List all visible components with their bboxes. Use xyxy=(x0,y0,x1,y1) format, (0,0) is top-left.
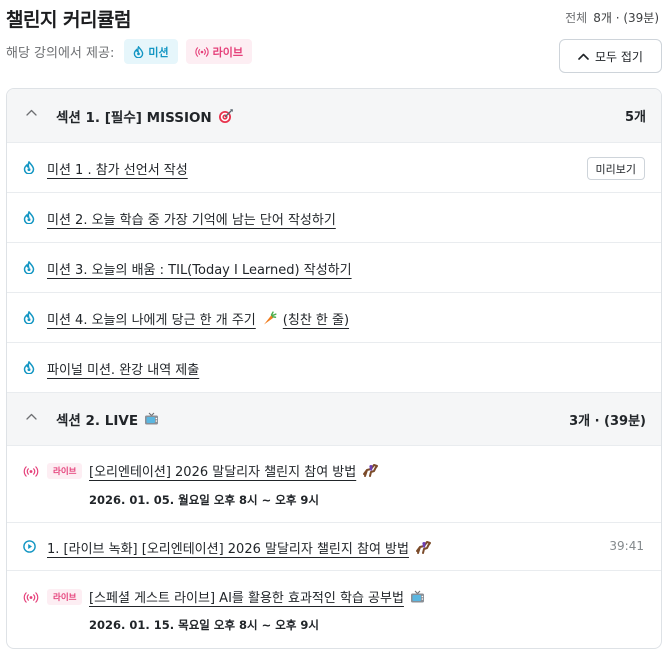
chevron-up-icon xyxy=(26,109,37,116)
mission-icon xyxy=(23,261,35,274)
live-badge: 라이브 xyxy=(47,463,83,479)
tv-icon xyxy=(144,412,159,426)
schedule-text: 2026. 01. 15. 목요일 오후 8시 ~ 오후 9시 xyxy=(89,618,320,632)
tv-icon xyxy=(410,590,425,604)
list-item[interactable]: 1. [라이브 녹화] [오리엔테이션] 2026 말달리자 챌린지 참여 방법… xyxy=(7,522,661,570)
item-label[interactable]: 미션 3. 오늘의 배움 : TIL(Today I Learned) 작성하기 xyxy=(47,259,352,278)
item-label[interactable]: 파이널 미션. 완강 내역 제출 xyxy=(47,359,199,378)
mission-icon xyxy=(23,211,35,224)
list-item[interactable]: 파이널 미션. 완강 내역 제출 xyxy=(7,342,661,392)
section-count: 5개 xyxy=(624,110,646,125)
mission-icon xyxy=(23,161,35,174)
item-label[interactable]: [오리엔테이션] 2026 말달리자 챌린지 참여 방법 xyxy=(89,461,379,480)
total-label: 전체 xyxy=(565,11,588,25)
live-tag-label: 라이브 xyxy=(212,45,243,59)
curriculum-list: 섹션 1. [필수] MISSION 5개 미션 1 . 참가 선언서 작성 미… xyxy=(6,88,662,649)
chevron-up-icon xyxy=(26,413,37,420)
horse-racing-icon xyxy=(362,463,379,478)
horse-racing-icon xyxy=(415,540,432,555)
list-item[interactable]: 미션 4. 오늘의 나에게 당근 한 개 주기 (칭찬 한 줄) xyxy=(7,292,661,342)
item-label-text: [오리엔테이션] 2026 말달리자 챌린지 참여 방법 xyxy=(89,465,357,480)
section-count: 3개 · (39분) xyxy=(569,413,646,429)
collapse-all-label: 모두 접기 xyxy=(595,49,643,64)
live-icon xyxy=(23,466,39,477)
mission-tag-label: 미션 xyxy=(148,45,169,59)
live-badge: 라이브 xyxy=(47,589,83,605)
section-title-text: 섹션 1. [필수] MISSION xyxy=(56,109,212,126)
item-label-text: [스페셜 게스트 라이브] AI를 활용한 효과적인 학습 공부법 xyxy=(89,591,404,606)
item-label[interactable]: 1. [라이브 녹화] [오리엔테이션] 2026 말달리자 챌린지 참여 방법 xyxy=(47,538,432,557)
list-item[interactable]: 라이브 [오리엔테이션] 2026 말달리자 챌린지 참여 방법 2026. 0… xyxy=(7,445,661,522)
collapse-all-button[interactable]: 모두 접기 xyxy=(559,39,662,73)
section-title: 섹션 1. [필수] MISSION xyxy=(56,106,234,126)
item-label[interactable]: 미션 2. 오늘 학습 중 가장 기억에 남는 단어 작성하기 xyxy=(47,209,336,228)
section-title-text: 섹션 2. LIVE xyxy=(56,413,139,429)
item-label-text: 1. [라이브 녹화] [오리엔테이션] 2026 말달리자 챌린지 참여 방법 xyxy=(47,542,409,557)
list-item[interactable]: 라이브 [스페셜 게스트 라이브] AI를 활용한 효과적인 학습 공부법 20… xyxy=(7,570,661,648)
mission-icon xyxy=(23,311,35,324)
duration-text: 39:41 xyxy=(609,539,644,553)
live-icon xyxy=(23,592,39,603)
section-header-2[interactable]: 섹션 2. LIVE 3개 · (39분) xyxy=(7,392,661,445)
item-label[interactable]: [스페셜 게스트 라이브] AI를 활용한 효과적인 학습 공부법 xyxy=(89,587,425,606)
live-icon xyxy=(194,46,209,57)
list-item[interactable]: 미션 2. 오늘 학습 중 가장 기억에 남는 단어 작성하기 xyxy=(7,192,661,242)
provided-label: 해당 강의에서 제공: xyxy=(6,46,115,61)
curriculum-summary: 전체 8개 · (39분) xyxy=(565,9,659,26)
page-title: 챌린지 커리큘럼 xyxy=(6,9,131,31)
live-tag: 라이브 xyxy=(185,39,252,64)
section-title: 섹션 2. LIVE xyxy=(56,409,159,429)
schedule-text: 2026. 01. 05. 월요일 오후 8시 ~ 오후 9시 xyxy=(89,493,320,507)
list-item[interactable]: 미션 3. 오늘의 배움 : TIL(Today I Learned) 작성하기 xyxy=(7,242,661,292)
mission-icon xyxy=(23,361,35,374)
carrot-icon xyxy=(262,311,277,326)
mission-tag: 미션 xyxy=(124,39,178,64)
section-header-1[interactable]: 섹션 1. [필수] MISSION 5개 xyxy=(7,89,661,142)
target-icon xyxy=(218,108,234,124)
provided-content: 해당 강의에서 제공: 미션 라이브 xyxy=(6,39,252,64)
item-label[interactable]: 미션 1 . 참가 선언서 작성 xyxy=(47,159,188,178)
play-circle-icon xyxy=(23,540,36,553)
list-item[interactable]: 미션 1 . 참가 선언서 작성 미리보기 xyxy=(7,142,661,192)
total-value: 8개 · (39분) xyxy=(593,11,659,25)
preview-button[interactable]: 미리보기 xyxy=(586,157,645,180)
item-label-text: 미션 4. 오늘의 나에게 당근 한 개 주기 xyxy=(47,313,256,328)
chevron-up-icon xyxy=(578,53,589,60)
item-label[interactable]: 미션 4. 오늘의 나에게 당근 한 개 주기 (칭찬 한 줄) xyxy=(47,309,349,328)
mission-icon xyxy=(133,45,144,58)
item-label-suffix: (칭찬 한 줄) xyxy=(282,313,350,328)
